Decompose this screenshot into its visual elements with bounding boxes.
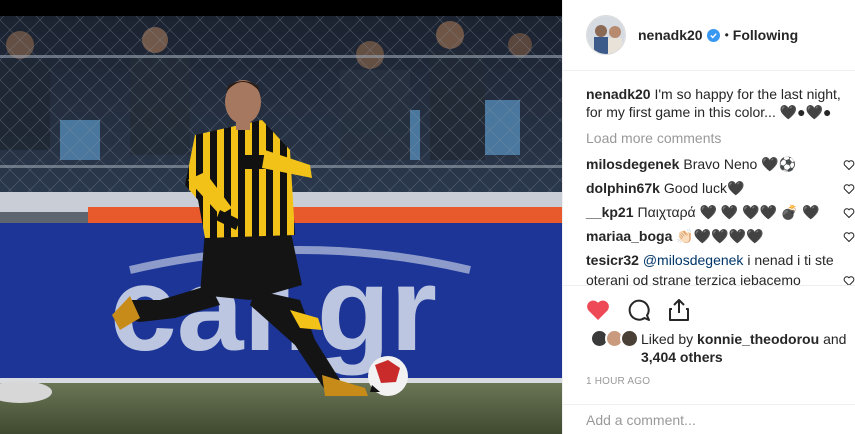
comment-row: mariaa_boga 👏🏻🖤🖤🖤🖤 — [586, 224, 855, 248]
likes-summary: Liked by konnie_theodorou and 3,404 othe… — [563, 326, 855, 366]
comment-username[interactable]: tesicr32 — [586, 252, 639, 268]
load-more-comments-button[interactable]: Load more comments — [586, 129, 855, 147]
comment-username[interactable]: mariaa_boga — [586, 227, 672, 245]
comment-text: Bravo Neno 🖤⚽ — [683, 156, 797, 172]
comment-bubble-icon[interactable] — [627, 298, 651, 322]
verified-badge-icon — [706, 28, 720, 42]
add-comment-bar — [563, 404, 855, 434]
comment-text: 👏🏻🖤🖤🖤🖤 — [676, 228, 764, 244]
share-icon[interactable] — [668, 298, 690, 322]
post-side-panel: nenadk20 • Following nenadk20 I'm so hap… — [562, 0, 855, 434]
post-actions — [563, 286, 855, 326]
comment-row: milosdegenek Bravo Neno 🖤⚽ — [586, 152, 855, 176]
post-header: nenadk20 • Following — [563, 0, 855, 71]
header-username[interactable]: nenadk20 — [638, 27, 703, 43]
comment-row: __kp21 Παιχταρά 🖤 🖤 🖤🖤 💣 🖤 — [586, 200, 855, 224]
likes-count-link[interactable]: 3,404 others — [641, 349, 723, 365]
comment-username[interactable]: milosdegenek — [586, 155, 679, 173]
add-comment-input[interactable] — [586, 411, 826, 428]
comment-text: Good luck🖤 — [663, 180, 745, 196]
liker-avatar — [620, 329, 639, 348]
comments-list[interactable]: nenadk20 I'm so happy for the last night… — [563, 71, 855, 286]
comment-like-heart-icon[interactable] — [843, 272, 855, 285]
comment-like-heart-icon[interactable] — [843, 181, 855, 199]
like-heart-icon[interactable] — [586, 299, 610, 321]
comment-row: dolphin67k Good luck🖤 — [586, 176, 855, 200]
likes-prefix: Liked by — [641, 331, 694, 347]
comment-like-heart-icon[interactable] — [843, 205, 855, 223]
comment-text: Παιχταρά 🖤 🖤 🖤🖤 💣 🖤 — [637, 204, 820, 220]
liker-avatars[interactable] — [590, 329, 639, 348]
football-player-image: car.gr — [0, 0, 562, 434]
user-avatar[interactable] — [586, 15, 626, 55]
comment-username[interactable]: __kp21 — [586, 203, 633, 221]
comment-username[interactable]: dolphin67k — [586, 179, 660, 197]
comment-like-heart-icon[interactable] — [843, 157, 855, 175]
comment-mention-link[interactable]: @milosdegenek — [643, 252, 744, 268]
caption-username[interactable]: nenadk20 — [586, 86, 651, 102]
comment-like-heart-icon[interactable] — [843, 229, 855, 247]
comment-row: tesicr32 @milosdegenek i nenad i ti ste … — [586, 250, 855, 285]
post-caption: nenadk20 I'm so happy for the last night… — [586, 85, 846, 121]
liked-by-user-link[interactable]: konnie_theodorou — [697, 331, 819, 347]
following-button[interactable]: Following — [733, 27, 798, 43]
likes-middle: and — [823, 331, 847, 347]
post-timestamp[interactable]: 1 HOUR AGO — [563, 366, 855, 402]
avatar-image — [587, 16, 625, 54]
post-photo[interactable]: car.gr — [0, 0, 562, 434]
header-separator: • — [724, 28, 729, 42]
